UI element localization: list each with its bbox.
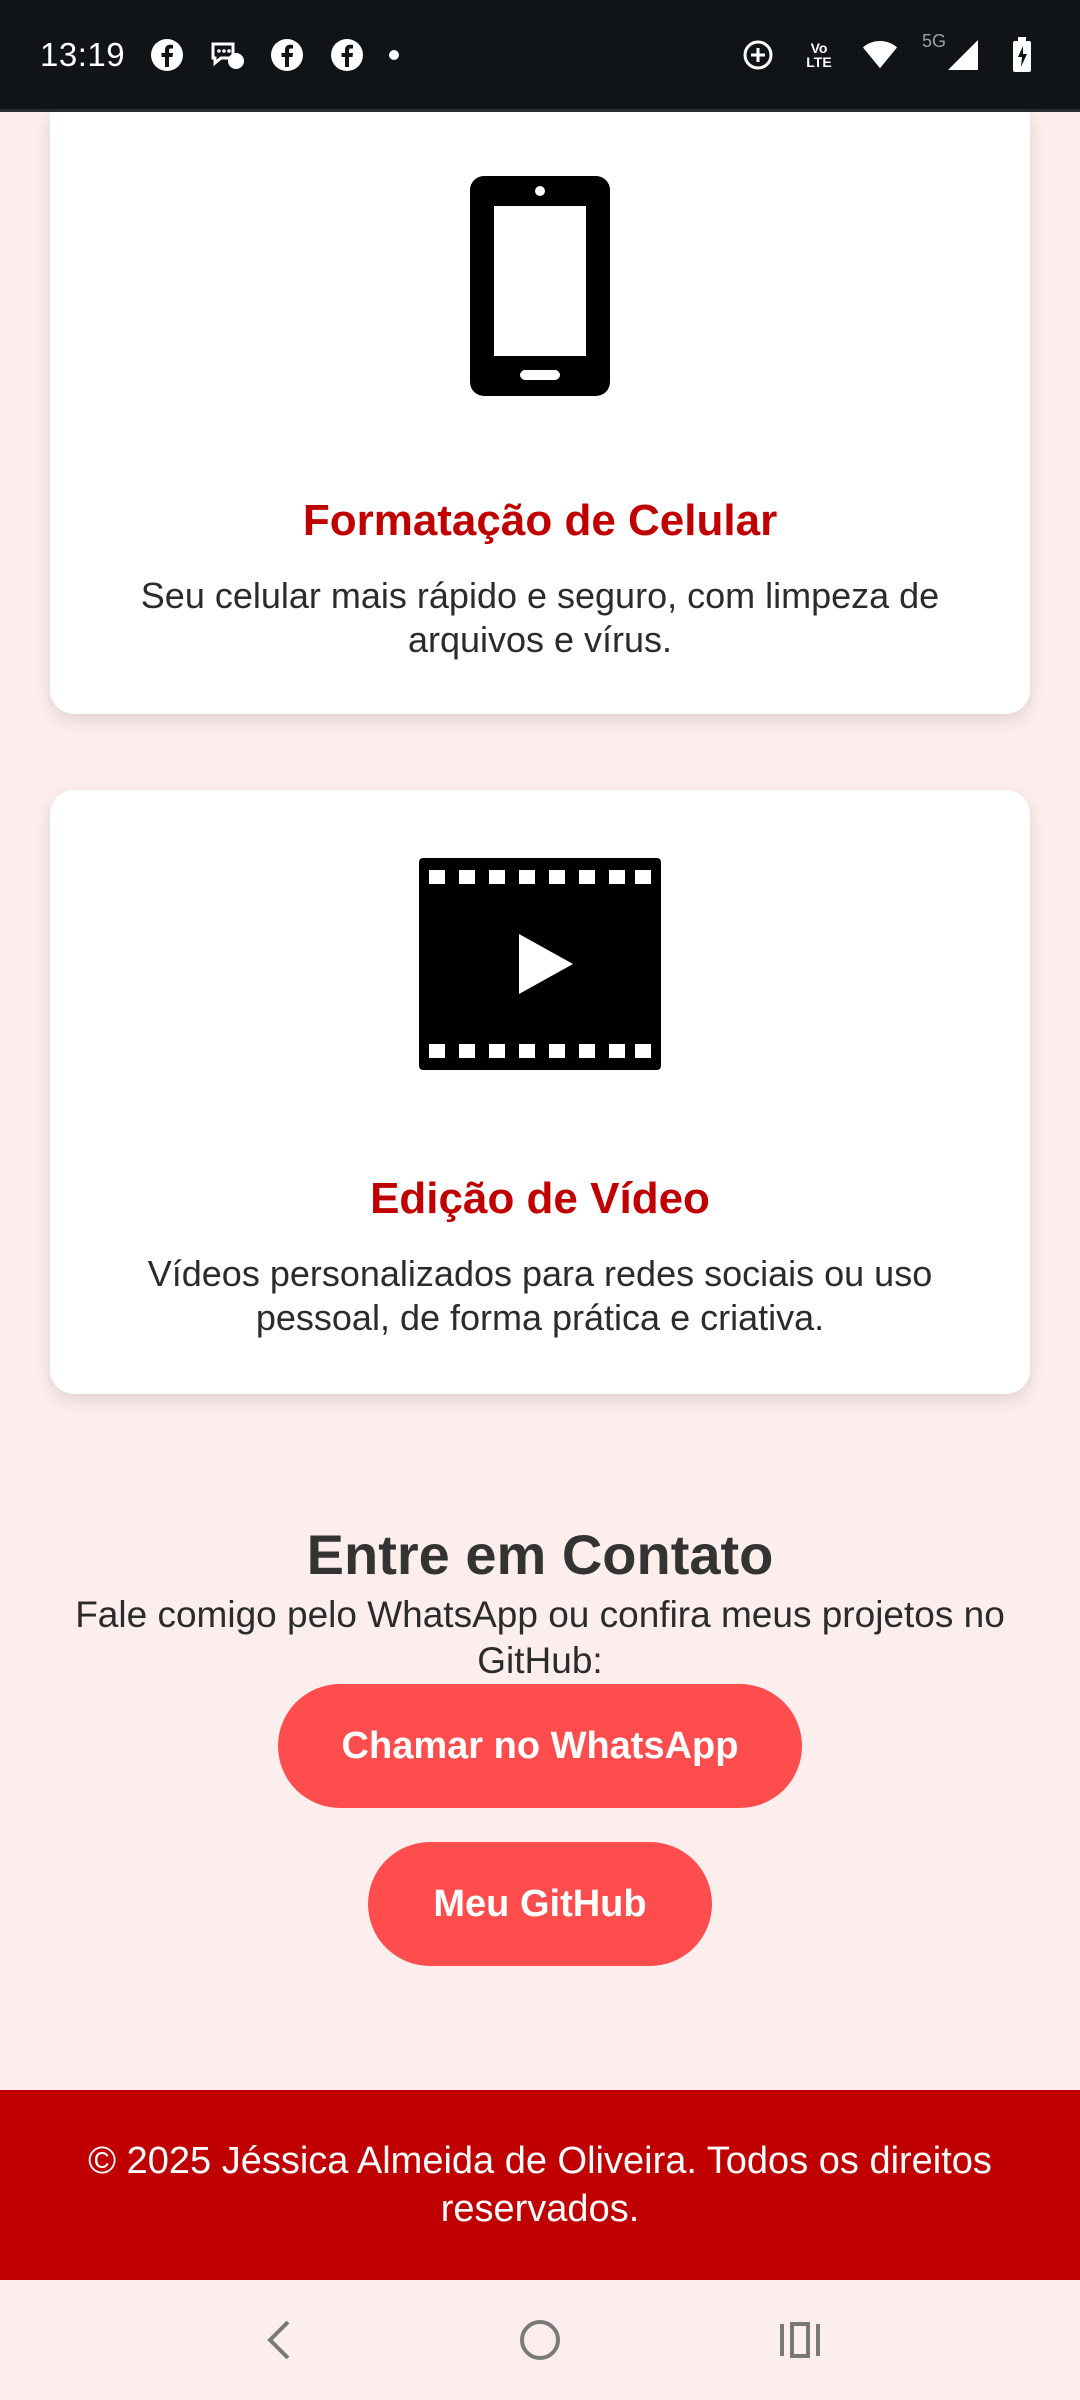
- data-saver-icon: [740, 37, 776, 73]
- status-time: 13:19: [40, 35, 126, 73]
- volte-icon: Vo LTE: [800, 37, 838, 73]
- service-title: Edição de Vídeo: [370, 1174, 710, 1223]
- cellular-5g-icon: 5G: [922, 31, 980, 73]
- facebook-icon: [149, 37, 185, 73]
- volte-top-label: Vo: [810, 39, 828, 56]
- whatsapp-button[interactable]: Chamar no WhatsApp: [278, 1684, 802, 1808]
- back-icon[interactable]: [240, 2300, 320, 2380]
- messenger-icon: [209, 37, 245, 73]
- more-notifications-dot-icon: [389, 49, 400, 60]
- status-left: 13:19: [40, 35, 400, 74]
- volte-bottom-label: LTE: [806, 53, 832, 70]
- service-card-formatting: Formatação de Celular Seu celular mais r…: [50, 112, 1030, 714]
- recents-icon[interactable]: [760, 2300, 840, 2380]
- wifi-icon: [862, 37, 898, 73]
- navigation-bar: [0, 2280, 1080, 2400]
- battery-icon: [1004, 36, 1040, 73]
- service-description: Vídeos personalizados para redes sociais…: [147, 1253, 933, 1338]
- status-right: Vo LTE 5G: [740, 31, 1040, 73]
- service-card-video: Edição de Vídeo Vídeos personalizados pa…: [50, 790, 1030, 1394]
- network-label: 5G: [922, 30, 947, 51]
- footer-text: © 2025 Jéssica Almeida de Oliveira. Todo…: [88, 2140, 992, 2230]
- footer: © 2025 Jéssica Almeida de Oliveira. Todo…: [0, 2090, 1080, 2280]
- contact-text: Fale comigo pelo WhatsApp ou confira meu…: [75, 1594, 1005, 1681]
- contact-title: Entre em Contato: [306, 1523, 774, 1586]
- smartphone-icon: [468, 174, 612, 403]
- facebook-icon: [269, 37, 305, 73]
- home-icon[interactable]: [500, 2300, 580, 2380]
- facebook-icon: [329, 37, 365, 73]
- service-title: Formatação de Celular: [302, 496, 778, 545]
- github-button[interactable]: Meu GitHub: [368, 1842, 712, 1966]
- status-bar: 13:19 Vo LTE 5G: [0, 0, 1080, 112]
- video-film-icon: [419, 858, 661, 1075]
- service-description: Seu celular mais rápido e seguro, com li…: [140, 575, 940, 660]
